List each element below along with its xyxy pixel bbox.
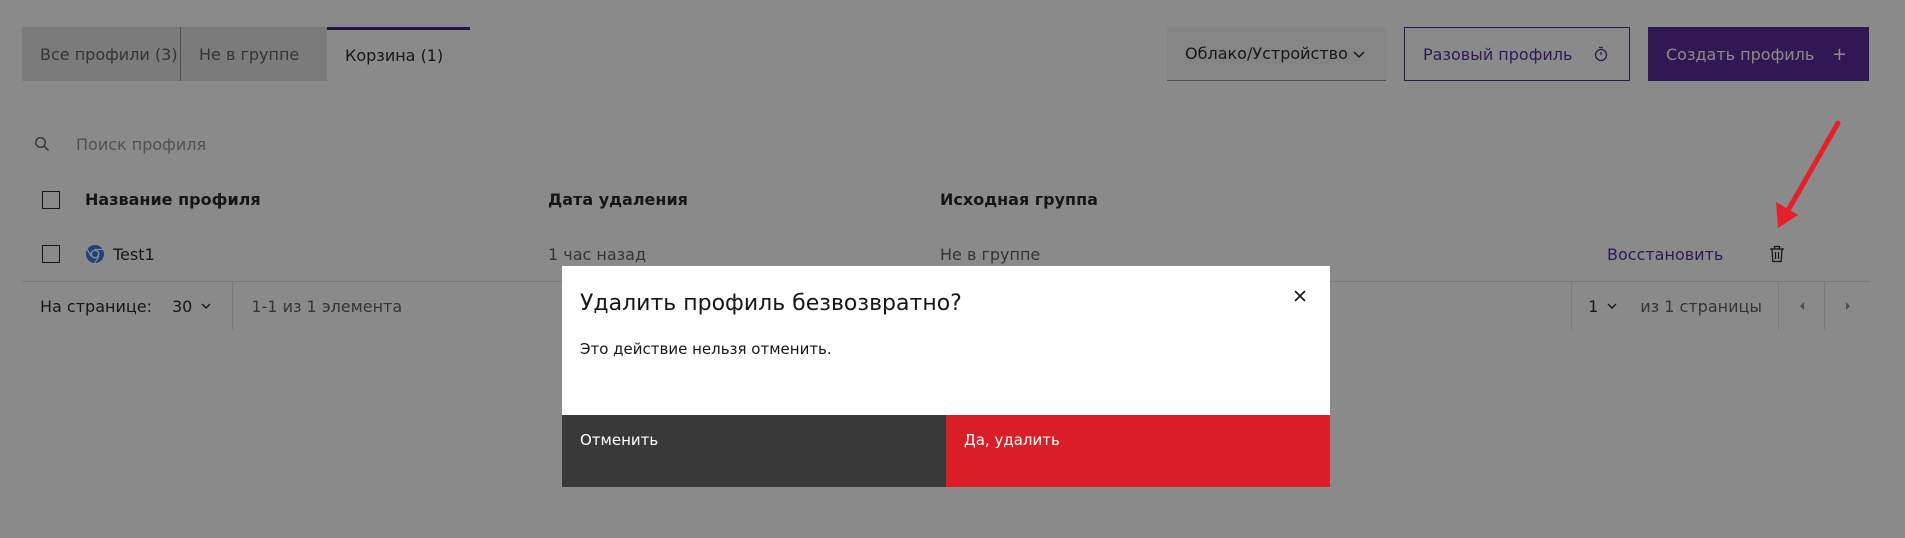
modal-actions: Отменить Да, удалить bbox=[562, 415, 1330, 487]
delete-confirm-modal: Удалить профиль безвозвратно? Это действ… bbox=[562, 266, 1330, 487]
annotation-arrow-icon bbox=[1776, 120, 1841, 228]
app-root: Все профили (3) Не в группе Корзина (1) … bbox=[0, 0, 1905, 538]
modal-title: Удалить профиль безвозвратно? bbox=[580, 291, 962, 316]
confirm-delete-button[interactable]: Да, удалить bbox=[946, 415, 1330, 487]
close-icon[interactable] bbox=[1288, 284, 1312, 308]
modal-text: Это действие нельзя отменить. bbox=[580, 340, 832, 358]
cancel-button[interactable]: Отменить bbox=[562, 415, 946, 487]
